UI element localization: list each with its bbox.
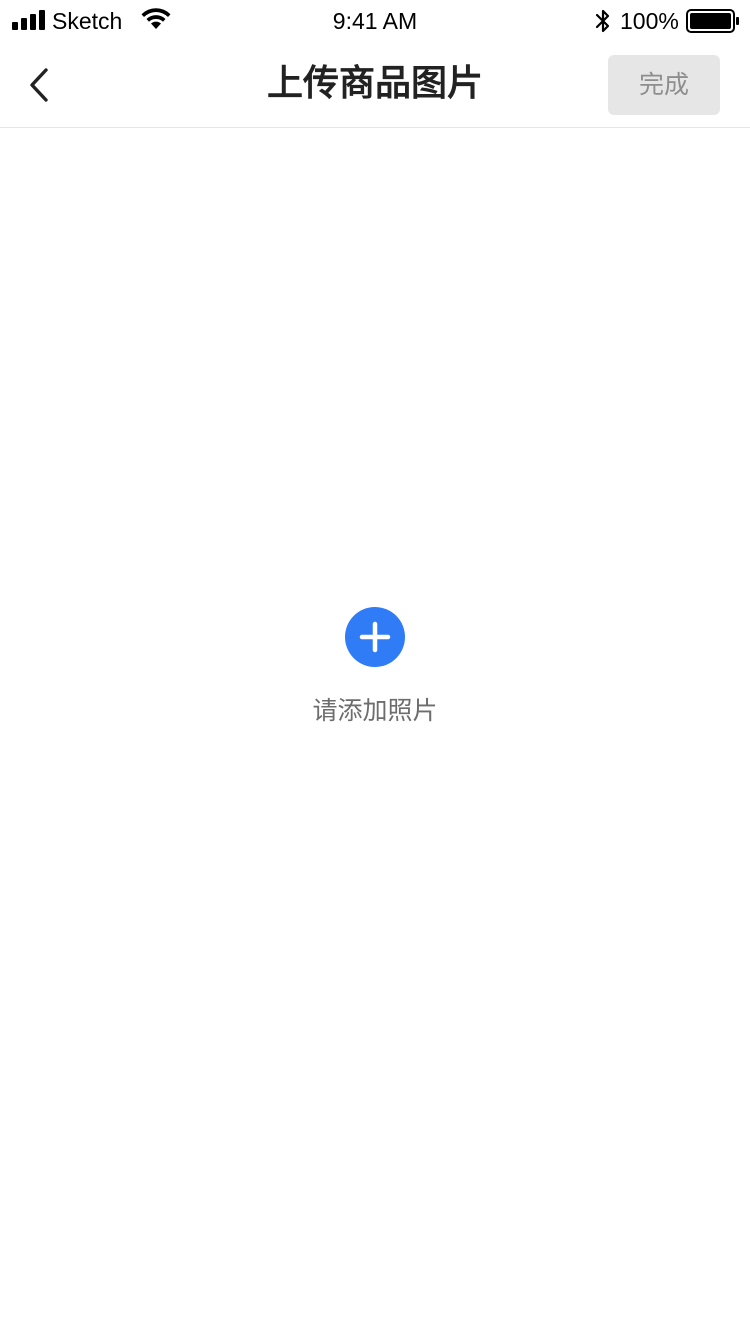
plus-icon — [359, 621, 391, 653]
battery-full-icon — [686, 9, 739, 33]
navigation-bar: 上传商品图片 完成 — [0, 40, 750, 128]
done-button[interactable]: 完成 — [608, 55, 720, 115]
back-button[interactable] — [14, 54, 70, 114]
plus-circle-icon[interactable] — [345, 607, 405, 667]
battery-percent: 100% — [620, 8, 679, 34]
chevron-left-icon — [30, 68, 48, 102]
add-photo-label: 请添加照片 — [312, 696, 438, 725]
upload-product-images-screen: Sketch 9:41 AM 100% 上传商品图片 完成 请添加照片 — [0, 0, 750, 1334]
add-photo-button[interactable]: 请添加照片 — [275, 600, 475, 735]
bluetooth-icon — [595, 9, 610, 33]
status-bar: Sketch 9:41 AM 100% — [0, 0, 750, 40]
